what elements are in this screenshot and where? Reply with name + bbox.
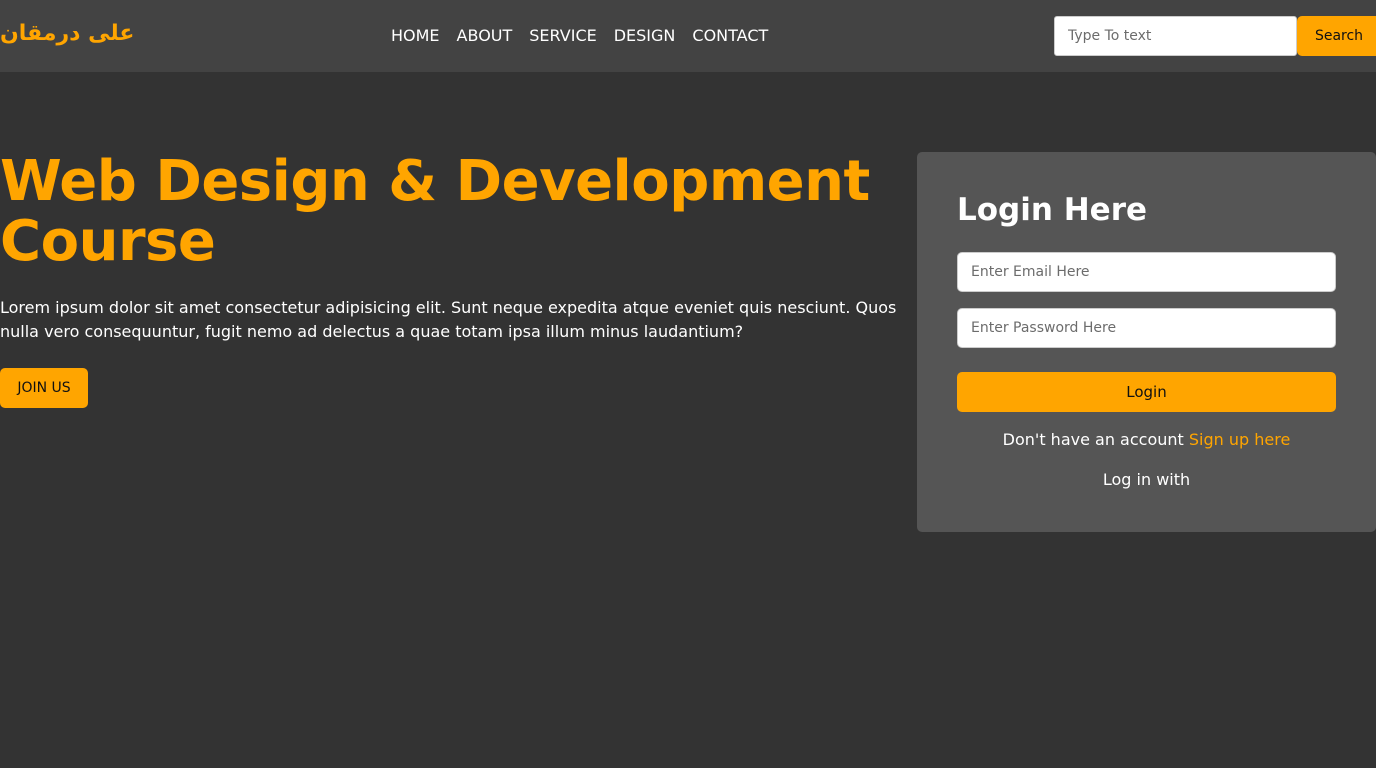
login-button[interactable]: Login <box>957 372 1336 412</box>
nav-item-about[interactable]: ABOUT <box>457 24 513 48</box>
nav-item-service[interactable]: SERVICE <box>529 24 596 48</box>
top-navbar: علی درمقان HOME ABOUT SERVICE DESIGN CON… <box>0 0 1376 72</box>
hero-description: Lorem ipsum dolor sit amet consectetur a… <box>0 298 897 341</box>
nav-item-home[interactable]: HOME <box>391 24 440 48</box>
main-nav: HOME ABOUT SERVICE DESIGN CONTACT <box>391 24 785 48</box>
login-title: Login Here <box>957 192 1148 228</box>
no-account-text: Don't have an account <box>1002 430 1189 449</box>
hero-title-line-2: Course <box>0 209 216 274</box>
join-us-button[interactable]: JOIN US <box>0 368 88 408</box>
search-button[interactable]: Search <box>1297 16 1376 56</box>
search-input[interactable] <box>1054 16 1297 56</box>
hero-title: Web Design & Development Course <box>0 152 900 272</box>
login-with-text: Log in with <box>1102 470 1191 489</box>
signup-prompt: Don't have an account Sign up here <box>917 428 1376 452</box>
site-logo[interactable]: علی درمقان <box>0 18 134 50</box>
email-field[interactable] <box>957 252 1336 292</box>
nav-item-contact[interactable]: CONTACT <box>692 24 768 48</box>
hero-title-line-1: Web Design & Development <box>0 149 870 214</box>
password-field[interactable] <box>957 308 1336 348</box>
login-card: Login Here Login Don't have an account S… <box>917 152 1376 532</box>
signup-link[interactable]: Sign up here <box>1189 430 1290 449</box>
nav-item-design[interactable]: DESIGN <box>614 24 676 48</box>
